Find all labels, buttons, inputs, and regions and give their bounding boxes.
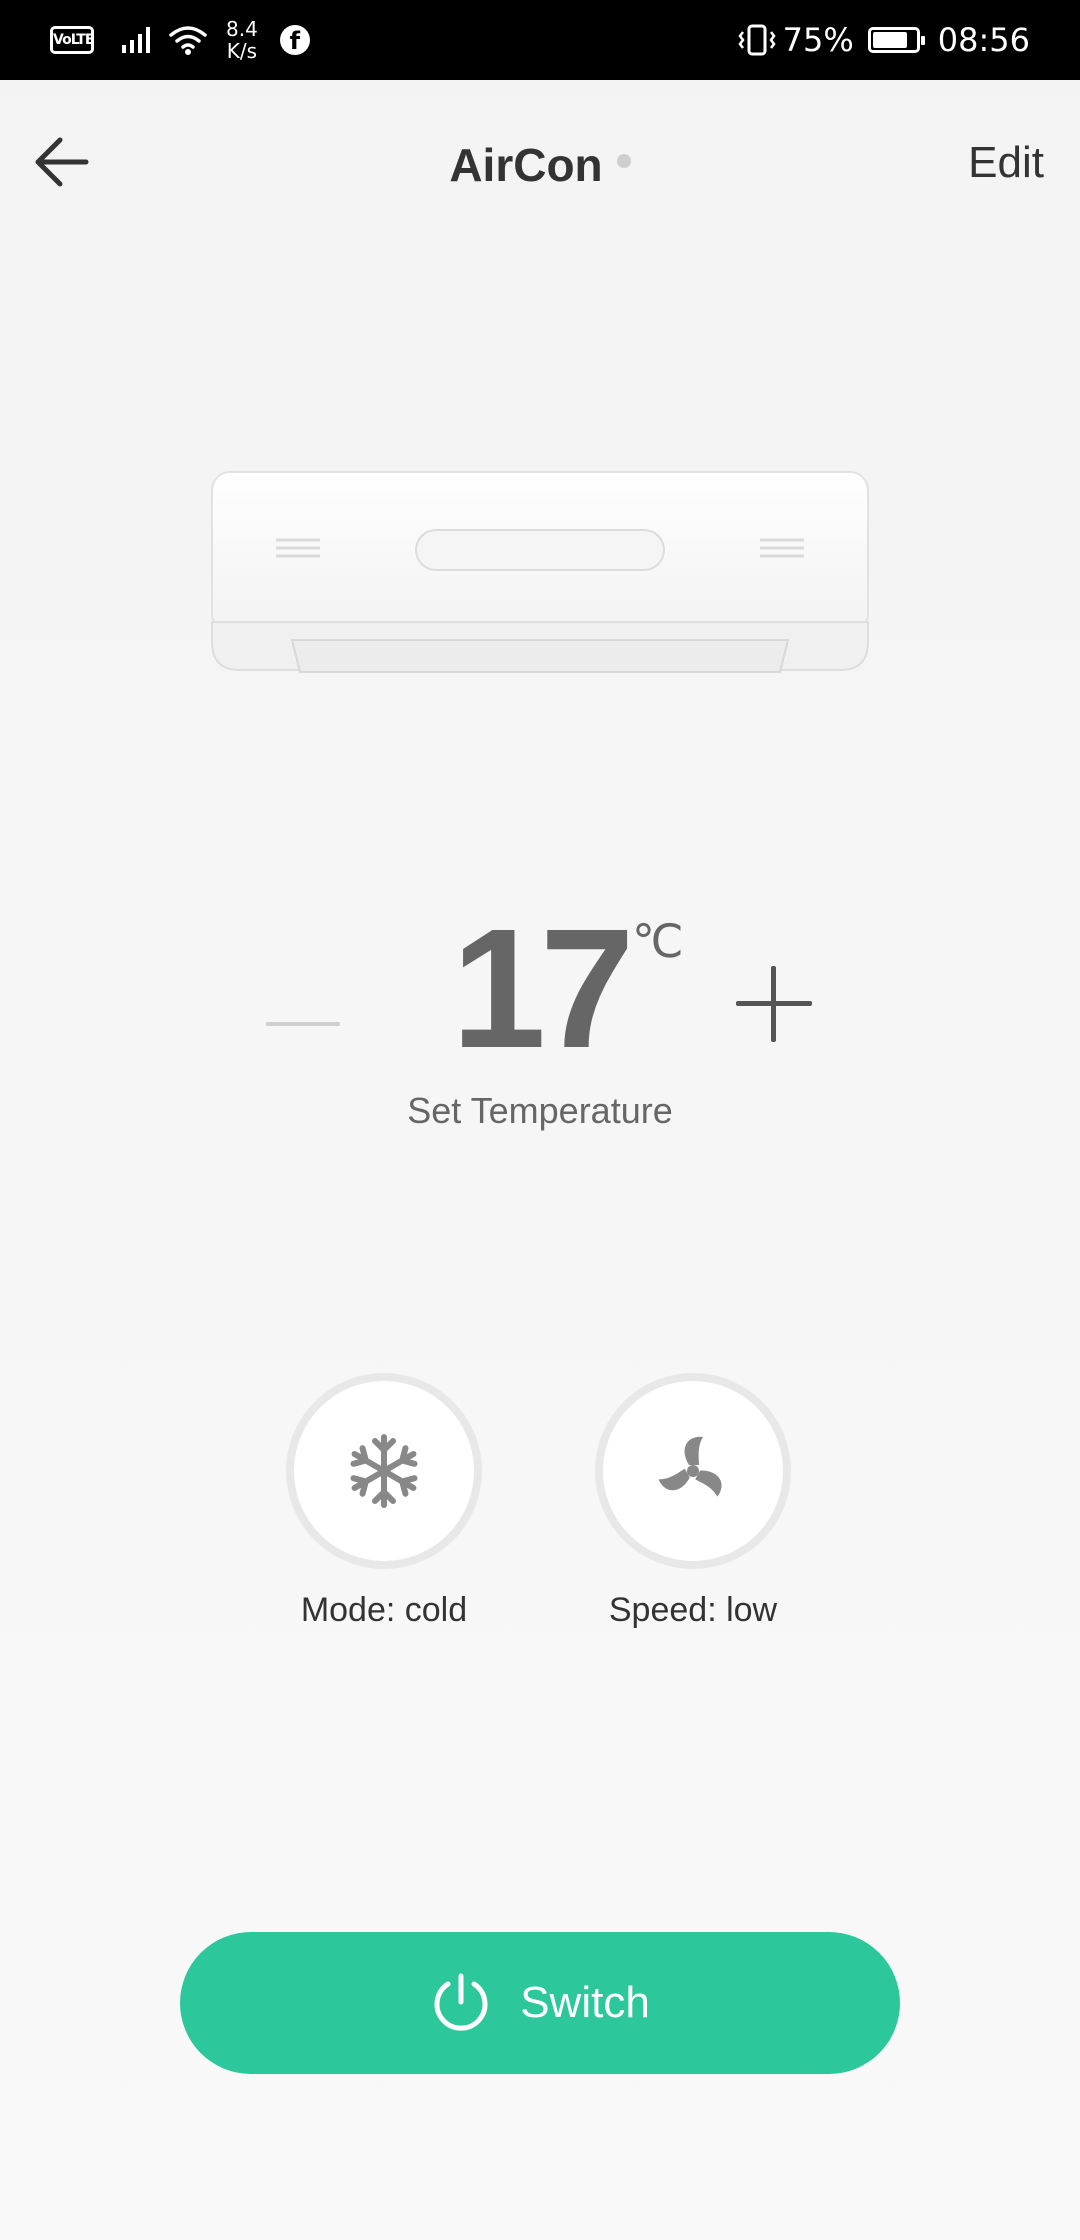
mode-control: Mode: cold [284, 1373, 484, 1630]
temperature-unit: ℃ [632, 914, 684, 968]
power-switch-button[interactable]: Switch [180, 1932, 900, 2074]
signal-icon [122, 27, 150, 53]
page-title: AirCon [449, 139, 603, 191]
status-bar-right: 75% 08:56 [737, 0, 1030, 80]
battery-percent: 75% [782, 21, 854, 59]
temperature-label: Set Temperature [407, 1090, 673, 1131]
clock: 08:56 [937, 21, 1030, 59]
status-bar: VoLTE 8.4 K/s f 75% 08:56 [0, 0, 1080, 80]
status-bar-left: VoLTE 8.4 K/s f [50, 0, 310, 80]
speed-label: Speed: low [608, 1591, 778, 1629]
snowflake-icon [350, 1434, 418, 1508]
fan-icon [658, 1436, 722, 1497]
battery-level [872, 32, 908, 48]
volte-icon: VoLTE [50, 26, 94, 54]
network-speed: 8.4 K/s [226, 18, 258, 62]
battery-icon [867, 27, 925, 53]
title-wrap: AirCon [0, 138, 1080, 191]
temperature-value: 17 [451, 894, 634, 1084]
network-speed-value: 8.4 [226, 17, 258, 41]
wifi-icon [169, 26, 207, 55]
increase-temperature-button[interactable] [734, 964, 814, 1044]
power-icon [434, 1973, 488, 2031]
header: AirCon Edit [0, 80, 1080, 250]
speed-button[interactable] [595, 1373, 791, 1569]
switch-label: Switch [520, 1978, 650, 2027]
air-conditioner-illustration [210, 470, 870, 675]
mode-label: Mode: cold [300, 1591, 468, 1629]
online-status-dot [616, 154, 631, 168]
network-speed-unit: K/s [226, 39, 258, 63]
facebook-icon: f [279, 25, 310, 55]
speed-control: Speed: low [593, 1373, 793, 1630]
temperature-control: 17 ℃ Set Temperature [0, 900, 1080, 1160]
plus-icon-vertical [771, 966, 776, 1042]
vibrate-icon [738, 24, 776, 56]
edit-button[interactable]: Edit [968, 138, 1044, 188]
mode-button[interactable] [286, 1373, 482, 1569]
